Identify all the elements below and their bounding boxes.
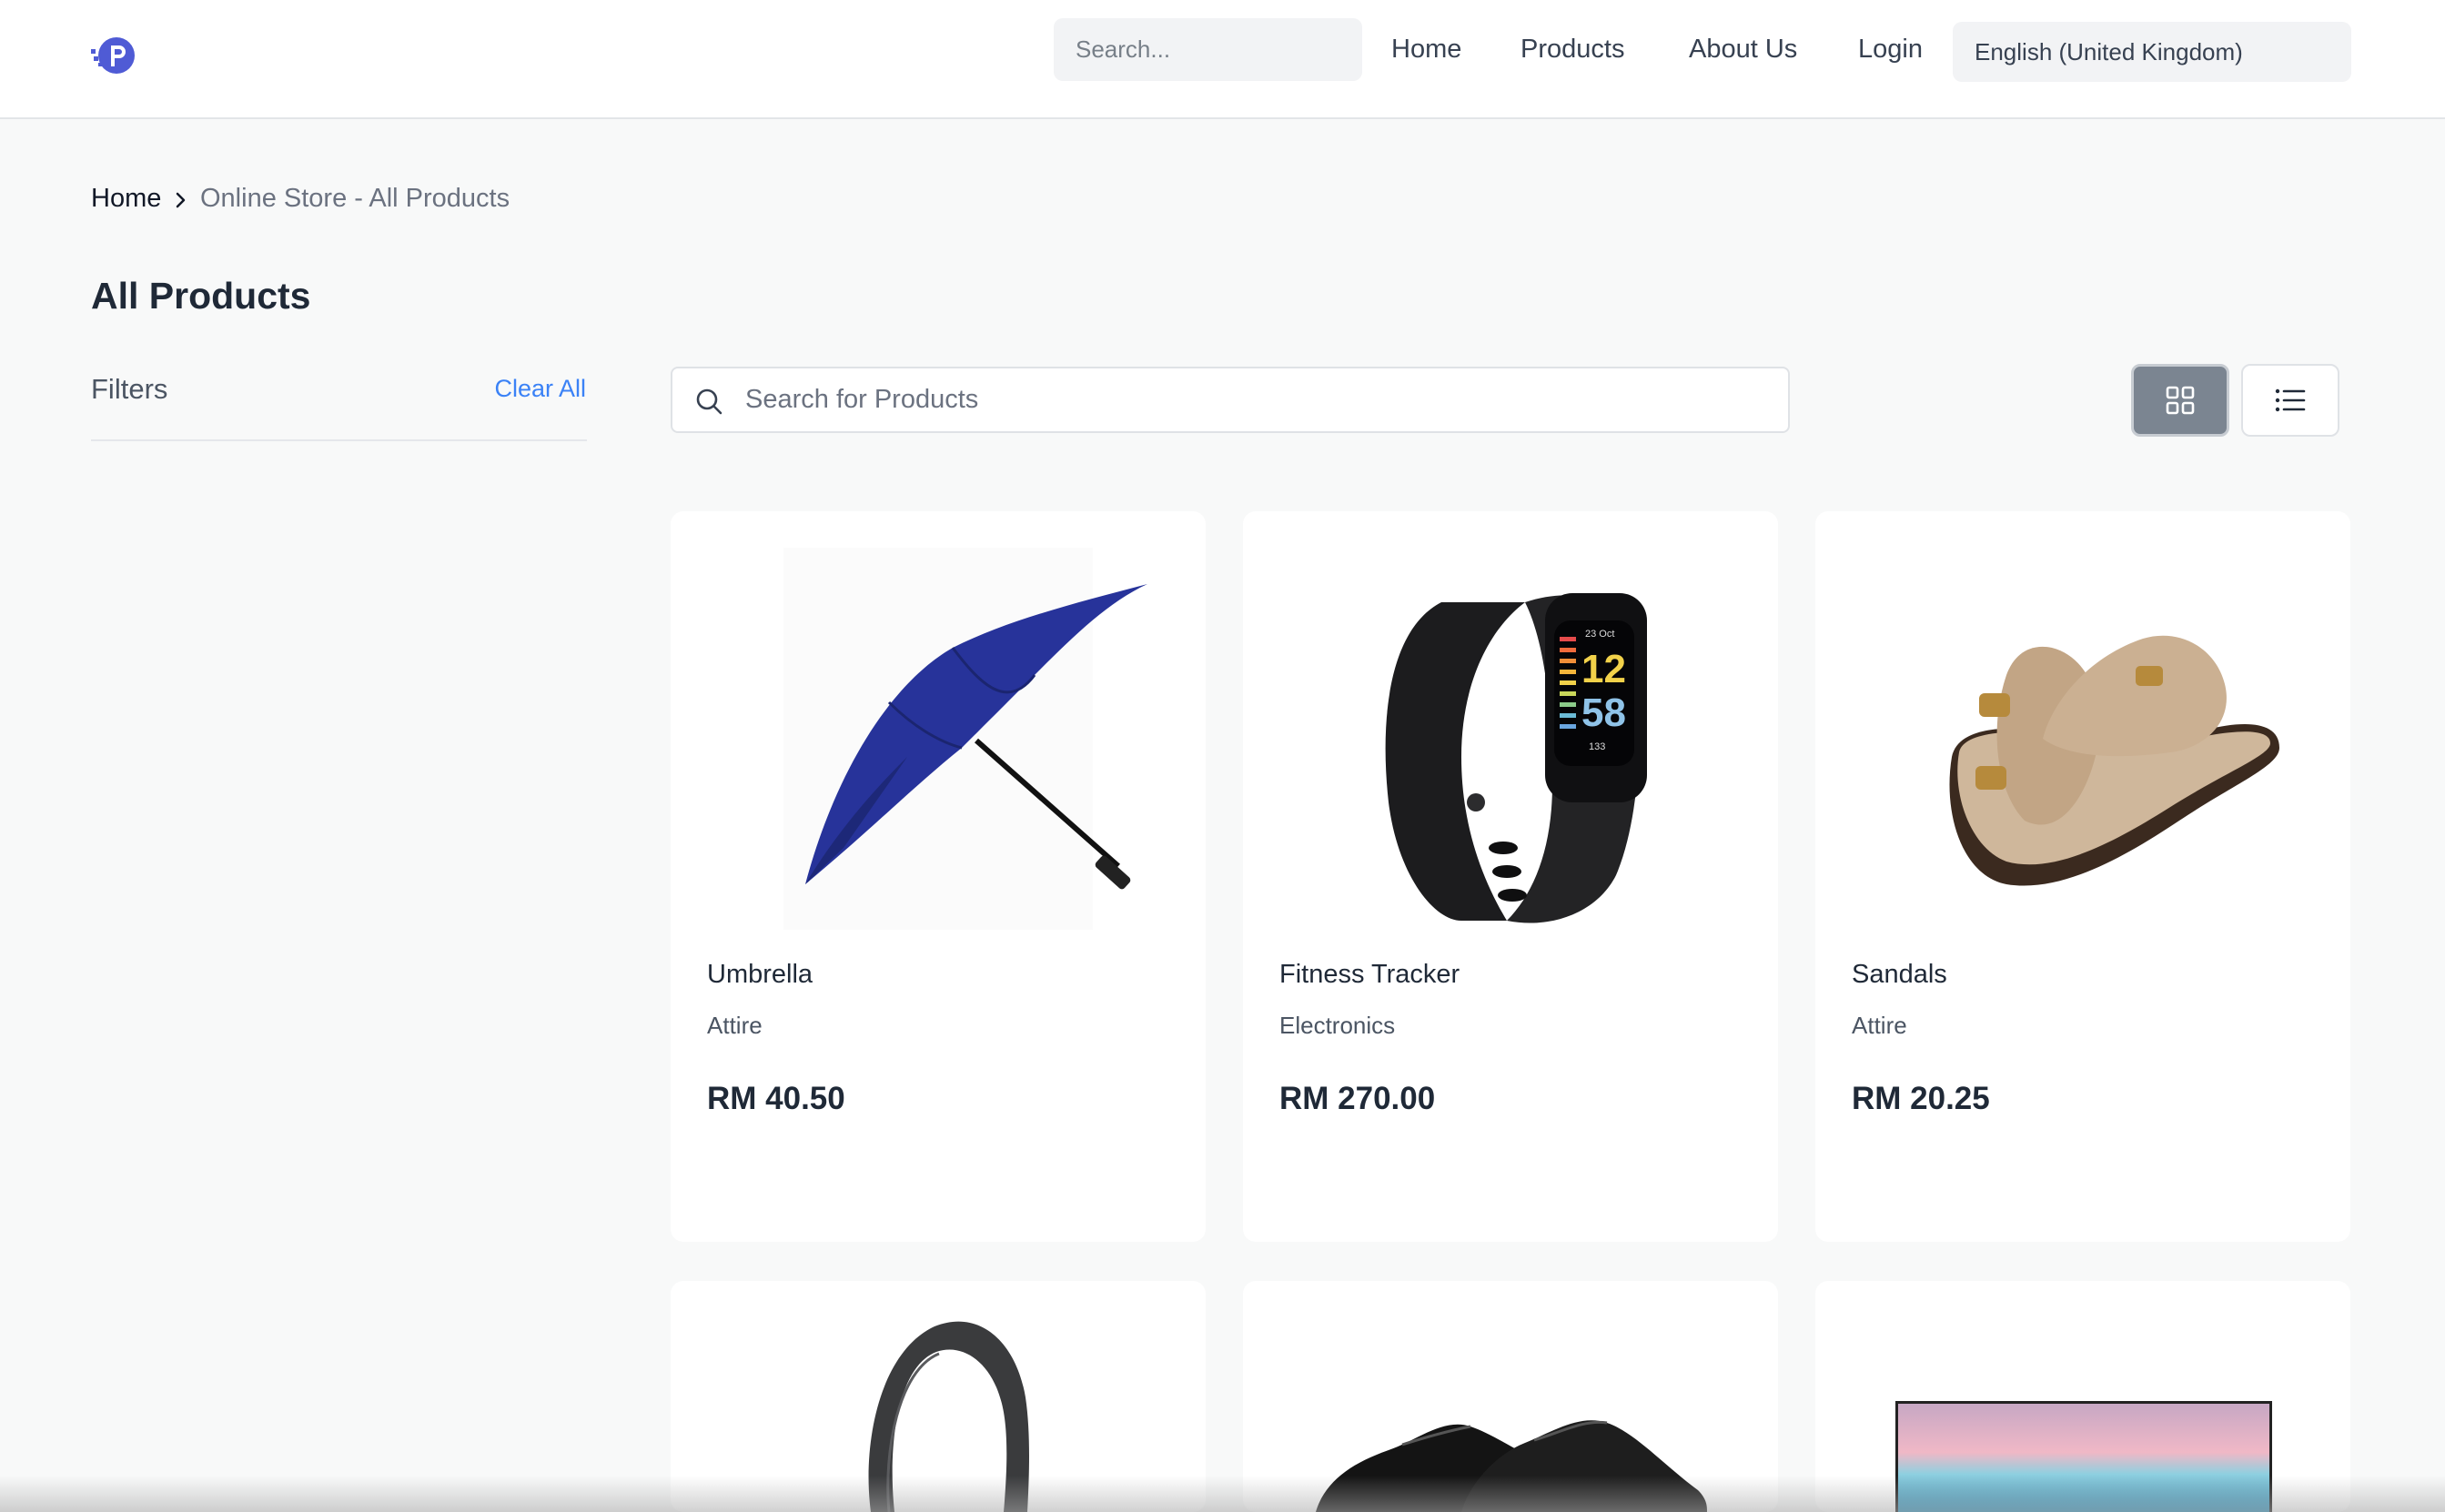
product-price: RM 270.00 [1279, 1081, 1436, 1116]
filters-divider [91, 439, 587, 441]
product-search-input[interactable] [745, 368, 1773, 431]
grid-icon [2166, 386, 2195, 415]
tracker-minute: 58 [1581, 690, 1626, 735]
language-select-value: English (United Kingdom) [1975, 37, 2243, 66]
tv-product-image [1895, 1401, 2272, 1512]
top-navbar: Home Products About Us Login English (Un… [0, 0, 2445, 119]
nav-link-home[interactable]: Home [1391, 35, 1461, 65]
product-price: RM 40.50 [707, 1081, 845, 1116]
clear-all-filters-link[interactable]: Clear All [494, 375, 586, 403]
product-price: RM 20.25 [1852, 1081, 1990, 1116]
product-category: Electronics [1279, 1012, 1396, 1039]
search-icon [696, 388, 722, 415]
product-name: Fitness Tracker [1279, 960, 1460, 989]
nav-link-about-us[interactable]: About Us [1689, 35, 1797, 65]
product-search-box [671, 367, 1790, 433]
nav-search-input[interactable] [1054, 18, 1362, 81]
list-view-button[interactable] [2241, 364, 2339, 437]
shoes-product-image [1316, 1420, 1707, 1512]
breadcrumb-current: Online Store - All Products [200, 184, 510, 213]
tracker-date: 23 Oct [1585, 629, 1614, 640]
language-select[interactable]: English (United Kingdom) [1953, 22, 2351, 82]
umbrella-product-image [783, 548, 1147, 930]
product-card[interactable] [1243, 1281, 1778, 1512]
product-name: Umbrella [707, 960, 813, 989]
headphones-product-image [868, 1321, 1029, 1512]
product-category: Attire [1852, 1012, 1907, 1039]
page-title: All Products [91, 275, 311, 317]
filters-heading: Filters [91, 373, 168, 405]
fitness-tracker-product-image: 23 Oct 12 58 133 [1385, 593, 1647, 923]
sandals-product-image [1949, 635, 2279, 886]
tracker-heart-rate: 133 [1589, 741, 1605, 752]
tracker-heart-zone-bars [1560, 637, 1576, 729]
tracker-hour: 12 [1581, 647, 1626, 691]
product-card[interactable]: 23 Oct 12 58 133 Fitness Tracker Electro… [1243, 511, 1778, 1242]
nav-link-products[interactable]: Products [1521, 35, 1624, 65]
breadcrumb-home-link[interactable]: Home [91, 184, 161, 214]
grid-view-button[interactable] [2131, 364, 2229, 437]
product-name: Sandals [1852, 960, 1947, 989]
product-card[interactable]: Sandals Attire RM 20.25 [1815, 511, 2350, 1242]
chevron-right-icon [176, 192, 186, 208]
product-category: Attire [707, 1012, 763, 1039]
product-card[interactable] [671, 1281, 1206, 1512]
product-card[interactable]: Umbrella Attire RM 40.50 [671, 511, 1206, 1242]
product-card[interactable] [1815, 1281, 2350, 1512]
nav-link-login[interactable]: Login [1858, 35, 1923, 65]
list-icon [2275, 388, 2306, 412]
brand-logo-icon[interactable] [89, 33, 138, 78]
